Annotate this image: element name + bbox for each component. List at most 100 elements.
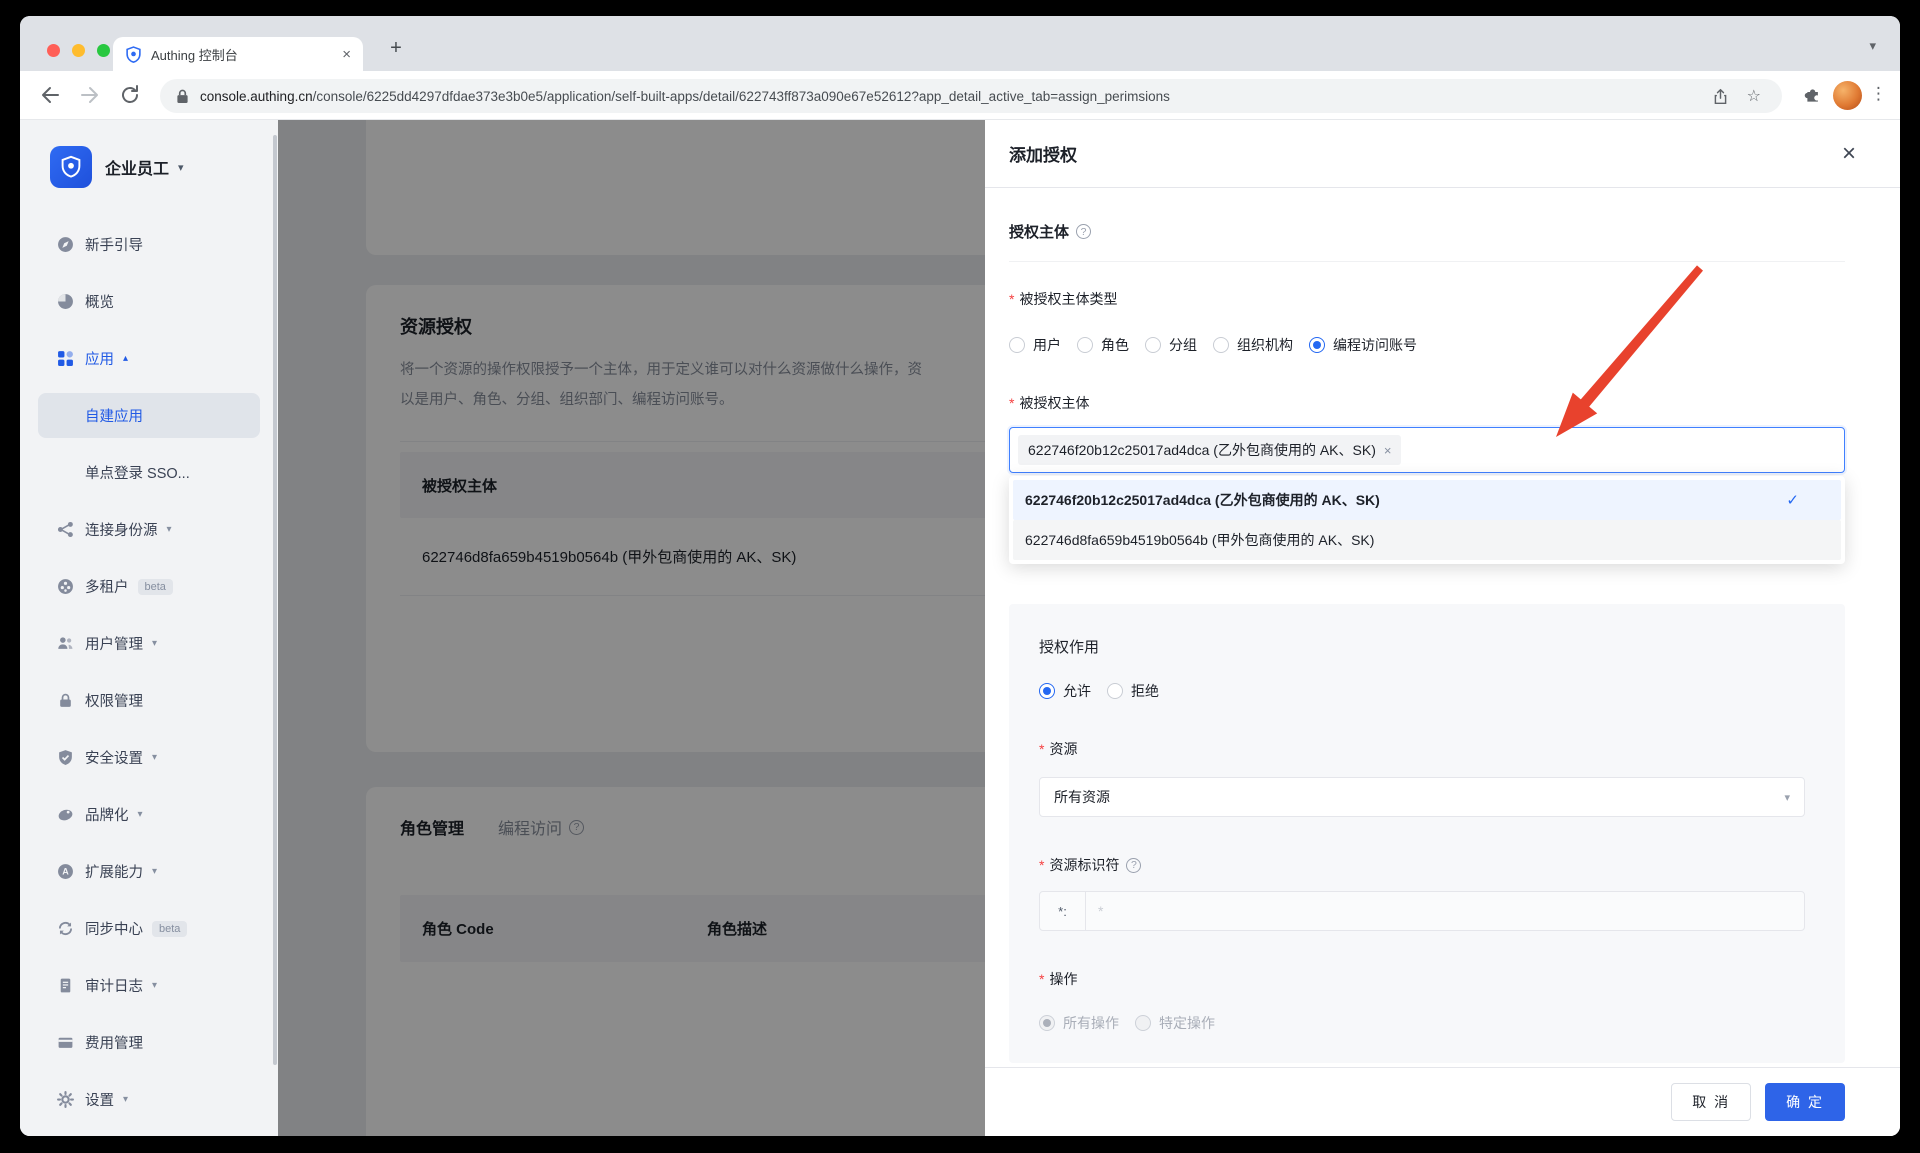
- radio-icon[interactable]: [1107, 683, 1123, 699]
- url-text: console.authing.cn/console/6225dd4297dfd…: [200, 89, 1712, 104]
- tab-close-icon[interactable]: ×: [342, 47, 351, 62]
- browser-window: Authing 控制台 × + ▾ console.authing.cn/con…: [20, 16, 1900, 1136]
- help-icon[interactable]: ?: [1076, 224, 1091, 239]
- sidebar-item-branding[interactable]: 品牌化 ▾: [20, 786, 278, 843]
- radio-role[interactable]: 角色: [1077, 335, 1129, 355]
- sidebar: 企业员工 ▾ 新手引导 概览: [20, 120, 278, 1136]
- radio-disabled-icon: [1135, 1015, 1151, 1031]
- credit-card-icon: [57, 1034, 74, 1051]
- url-bar[interactable]: console.authing.cn/console/6225dd4297dfd…: [160, 79, 1782, 113]
- forward-icon[interactable]: [78, 83, 102, 107]
- resource-select[interactable]: 所有资源 ▾: [1039, 777, 1805, 817]
- zoom-window-button[interactable]: [97, 44, 110, 57]
- dropdown-option-selected[interactable]: 622746f20b12c25017ad4dca (乙外包商使用的 AK、SK)…: [1013, 480, 1841, 520]
- drawer-footer: 取 消 确 定: [985, 1067, 1900, 1136]
- workspace-name: 企业员工: [105, 155, 169, 179]
- sidebar-item-guide[interactable]: 新手引导: [20, 216, 278, 273]
- radio-selected-icon[interactable]: [1309, 337, 1325, 353]
- reload-icon[interactable]: [118, 83, 142, 107]
- sidebar-item-billing[interactable]: 费用管理: [20, 1014, 278, 1071]
- back-icon[interactable]: [38, 83, 62, 107]
- close-window-button[interactable]: [47, 44, 60, 57]
- radio-deny[interactable]: 拒绝: [1107, 681, 1159, 701]
- sidebar-item-self-built-apps[interactable]: 自建应用: [20, 387, 278, 444]
- close-icon[interactable]: ×: [1842, 142, 1856, 166]
- radio-specific-actions-disabled: 特定操作: [1135, 1013, 1215, 1033]
- required-marker: *: [1039, 971, 1044, 987]
- compass-icon: [57, 236, 74, 253]
- radio-group[interactable]: 分组: [1145, 335, 1197, 355]
- radio-allow[interactable]: 允许: [1039, 681, 1091, 701]
- radio-organization[interactable]: 组织机构: [1213, 335, 1293, 355]
- url-domain: console.authing.cn: [200, 89, 313, 104]
- sidebar-item-user-management[interactable]: 用户管理 ▾: [20, 615, 278, 672]
- sidebar-item-applications[interactable]: 应用 ▴: [20, 330, 278, 387]
- sidebar-item-sso[interactable]: 单点登录 SSO...: [20, 444, 278, 501]
- new-tab-button[interactable]: +: [382, 34, 410, 62]
- subject-label: * 被授权主体: [1009, 393, 1845, 413]
- chevron-up-icon: ▴: [123, 353, 128, 364]
- chevron-down-icon: ▾: [152, 980, 157, 991]
- radio-icon[interactable]: [1077, 337, 1093, 353]
- browser-tab[interactable]: Authing 控制台 ×: [113, 37, 363, 71]
- required-marker: *: [1039, 857, 1044, 873]
- chevron-down-icon: ▾: [152, 752, 157, 763]
- dropdown-option[interactable]: 622746d8fa659b4519b0564b (甲外包商使用的 AK、SK): [1013, 520, 1841, 560]
- drawer-body: 授权主体 ? * 被授权主体类型 用户 角色: [985, 188, 1900, 1067]
- radio-disabled-selected-icon: [1039, 1015, 1055, 1031]
- radio-icon[interactable]: [1213, 337, 1229, 353]
- bookmark-star-icon[interactable]: ☆: [1747, 86, 1761, 106]
- chevron-down-icon: ▾: [167, 524, 172, 535]
- selected-menu-pill[interactable]: 自建应用: [38, 393, 260, 438]
- tab-search-chevron-icon[interactable]: ▾: [1869, 38, 1876, 54]
- workspace-switcher[interactable]: 企业员工 ▾: [20, 120, 278, 188]
- brush-icon: [57, 806, 74, 823]
- sidebar-item-identity-sources[interactable]: 连接身份源 ▾: [20, 501, 278, 558]
- sidebar-item-audit-logs[interactable]: 审计日志 ▾: [20, 957, 278, 1014]
- sync-icon: [57, 920, 74, 937]
- sidebar-item-permission-management[interactable]: 权限管理: [20, 672, 278, 729]
- url-path: /console/6225dd4297dfdae373e3b0e5/applic…: [313, 89, 1170, 104]
- subject-type-radio-group: 用户 角色 分组 组织机构: [1009, 335, 1845, 355]
- resource-identifier-input[interactable]: [1086, 892, 1804, 930]
- profile-avatar[interactable]: [1833, 81, 1862, 110]
- chevron-down-icon: ▾: [152, 638, 157, 649]
- resource-label: * 资源: [1039, 739, 1805, 759]
- radio-icon[interactable]: [1009, 337, 1025, 353]
- sidebar-item-multi-tenant[interactable]: 多租户 beta: [20, 558, 278, 615]
- effect-label: 授权作用: [1039, 636, 1805, 657]
- sidebar-scrollbar[interactable]: [273, 135, 277, 1065]
- browser-menu-icon[interactable]: ⋮: [1870, 84, 1886, 104]
- radio-all-actions-disabled: 所有操作: [1039, 1013, 1119, 1033]
- share-icon[interactable]: [1712, 88, 1729, 105]
- sidebar-item-security-settings[interactable]: 安全设置 ▾: [20, 729, 278, 786]
- document-lines-icon: [57, 977, 74, 994]
- users-icon: [57, 635, 74, 652]
- authorization-detail-panel: 授权作用 允许 拒绝 * 资源: [1009, 604, 1845, 1063]
- confirm-button[interactable]: 确 定: [1765, 1083, 1845, 1121]
- lock-icon[interactable]: [176, 89, 189, 104]
- remove-tag-icon[interactable]: ×: [1384, 443, 1392, 458]
- radio-icon[interactable]: [1145, 337, 1161, 353]
- action-radio-group: 所有操作 特定操作: [1039, 1013, 1805, 1033]
- cancel-button[interactable]: 取 消: [1671, 1083, 1751, 1121]
- shield-check-icon: [57, 749, 74, 766]
- help-icon[interactable]: ?: [1126, 858, 1141, 873]
- tab-strip: Authing 控制台 × + ▾: [20, 16, 1900, 71]
- beta-badge: beta: [138, 579, 173, 595]
- extensions-puzzle-icon[interactable]: [1803, 85, 1824, 106]
- lock-icon: [57, 692, 74, 709]
- radio-user[interactable]: 用户: [1009, 335, 1061, 355]
- sidebar-item-sync-center[interactable]: 同步中心 beta: [20, 900, 278, 957]
- beta-badge: beta: [152, 921, 187, 937]
- selected-subject-tag: 622746f20b12c25017ad4dca (乙外包商使用的 AK、SK)…: [1018, 435, 1401, 465]
- radio-programmatic-account[interactable]: 编程访问账号: [1309, 335, 1417, 355]
- pie-chart-icon: [57, 293, 74, 310]
- sidebar-item-overview[interactable]: 概览: [20, 273, 278, 330]
- sidebar-item-settings[interactable]: 设置 ▾: [20, 1071, 278, 1128]
- radio-selected-icon[interactable]: [1039, 683, 1055, 699]
- drawer-header: 添加授权 ×: [985, 120, 1900, 188]
- minimize-window-button[interactable]: [72, 44, 85, 57]
- subject-select-input[interactable]: 622746f20b12c25017ad4dca (乙外包商使用的 AK、SK)…: [1009, 427, 1845, 473]
- sidebar-item-extensions[interactable]: A 扩展能力 ▾: [20, 843, 278, 900]
